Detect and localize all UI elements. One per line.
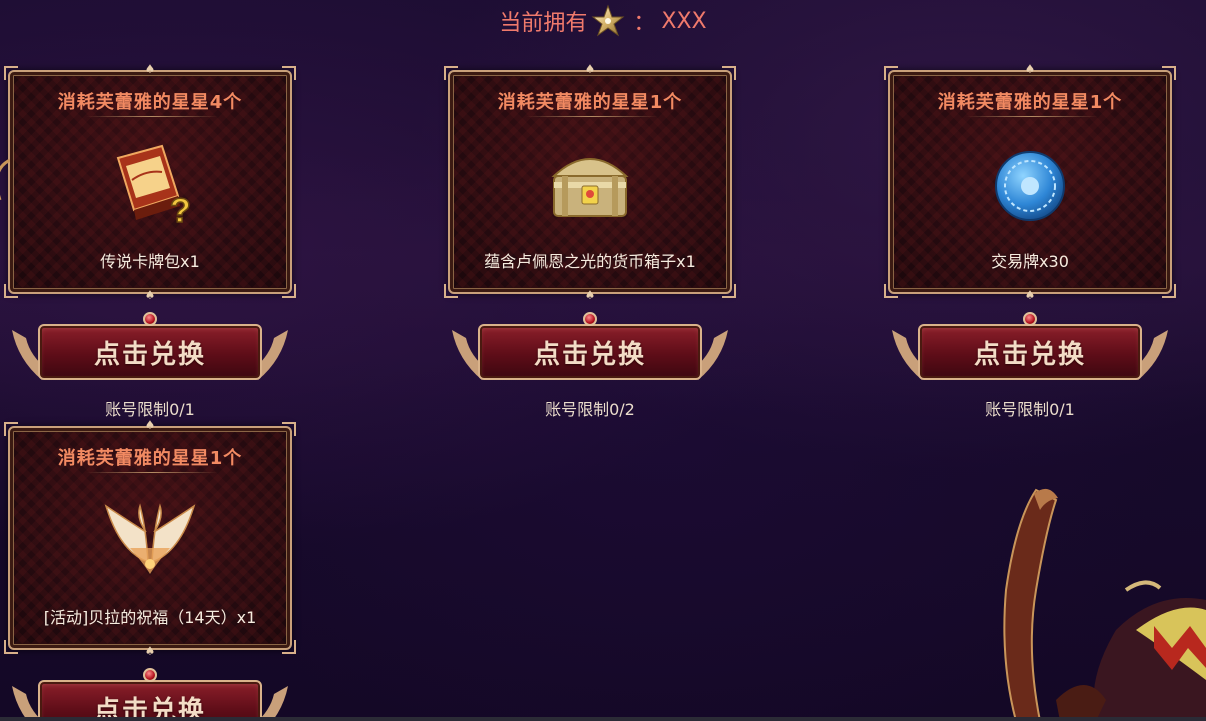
frame-corner [282,640,296,654]
card-frame: ♠ ♠ 消耗芙蕾雅的星星1个 [活动]贝拉的祝福（14天）x1 [4,419,296,657]
account-limit: 账号限制0/2 [545,400,635,419]
frame-corner [4,422,18,436]
card-frame: ♠ ♠ 消耗芙蕾雅的星星1个 蕴含卢佩恩之光的货币箱子x1 [444,63,736,301]
frame-corner [444,284,458,298]
frame-corner [722,66,736,80]
cost-label: 消耗芙蕾雅的星星1个 [937,92,1123,113]
exchange-button[interactable]: 点击兑换 [918,324,1142,380]
frame-corner [444,66,458,80]
star-icon [591,4,625,38]
frame-corner [282,284,296,298]
divider [86,116,218,117]
frame-corner [4,66,18,80]
character-artwork [976,480,1206,721]
wings-icon [100,492,200,592]
spade-ornament-icon: ♠ [144,644,156,658]
cost-label: 消耗芙蕾雅的星星1个 [497,92,683,113]
spade-ornament-icon: ♠ [144,418,156,432]
card-pack-icon: ? [100,136,200,236]
ruby-ornament-icon [1023,312,1037,326]
ruby-ornament-icon [143,668,157,682]
item-name: 蕴含卢佩恩之光的货币箱子x1 [484,252,696,271]
exchange-button[interactable]: 点击兑换 [38,680,262,721]
cost-label: 消耗芙蕾雅的星星4个 [57,92,243,113]
left-ornament [0,150,11,210]
divider [526,116,658,117]
spade-ornament-icon: ♠ [144,62,156,76]
exchange-button-wrap: 点击兑换 [8,666,292,721]
currency-value: XXX [661,8,707,34]
item-name: 交易牌x30 [991,252,1069,271]
exchange-button-wrap: 点击兑换 [448,310,732,390]
spade-ornament-icon: ♠ [584,288,596,302]
spade-ornament-icon: ♠ [1024,288,1036,302]
frame-corner [884,66,898,80]
bottom-scrollbar-track [0,717,1206,721]
exchange-button-wrap: 点击兑换 [8,310,292,390]
frame-corner [884,284,898,298]
item-name: [活动]贝拉的祝福（14天）x1 [43,608,257,627]
frame-corner [722,284,736,298]
exchange-button[interactable]: 点击兑换 [38,324,262,380]
divider [966,116,1098,117]
exchange-card-2: ♠ ♠ 消耗芙蕾雅的星星1个 蕴含卢佩恩之光的货币箱子x1 点击兑换 账号限制0… [444,63,736,420]
card-frame: ♠ ♠ 消耗芙蕾雅的星星4个 ? 传说卡牌包x1 [4,63,296,301]
cost-label: 消耗芙蕾雅的星星1个 [57,448,243,469]
spade-ornament-icon: ♠ [1024,62,1036,76]
currency-colon: ： [633,11,656,36]
account-limit: 账号限制0/1 [985,400,1075,419]
frame-corner [4,640,18,654]
currency-label: 当前拥有 [499,11,588,36]
svg-text:?: ? [170,192,191,230]
spade-ornament-icon: ♠ [144,288,156,302]
frame-corner [4,284,18,298]
item-name: 传说卡牌包x1 [100,252,200,271]
treasure-chest-icon [540,136,640,236]
card-frame: ♠ ♠ 消耗芙蕾雅的星星1个 交易牌x30 [884,63,1176,301]
exchange-button-wrap: 点击兑换 [888,310,1172,390]
exchange-button[interactable]: 点击兑换 [478,324,702,380]
frame-corner [1162,66,1176,80]
frame-corner [282,66,296,80]
trade-token-icon [980,136,1080,236]
ruby-ornament-icon [583,312,597,326]
divider [86,472,218,473]
account-limit: 账号限制0/1 [105,400,195,419]
exchange-card-4: ♠ ♠ 消耗芙蕾雅的星星1个 [活动]贝拉的祝福（14天）x1 点击兑换 [4,419,296,721]
spade-ornament-icon: ♠ [584,62,596,76]
exchange-card-3: ♠ ♠ 消耗芙蕾雅的星星1个 交易牌x30 点击兑换 账号限制0/1 [884,63,1176,420]
currency-header: 当前拥有 ： XXX [0,4,1206,38]
frame-corner [282,422,296,436]
exchange-card-1: ♠ ♠ 消耗芙蕾雅的星星4个 ? 传说卡牌包x1 点击兑换 账号限制0/1 [4,63,296,420]
ruby-ornament-icon [143,312,157,326]
frame-corner [1162,284,1176,298]
